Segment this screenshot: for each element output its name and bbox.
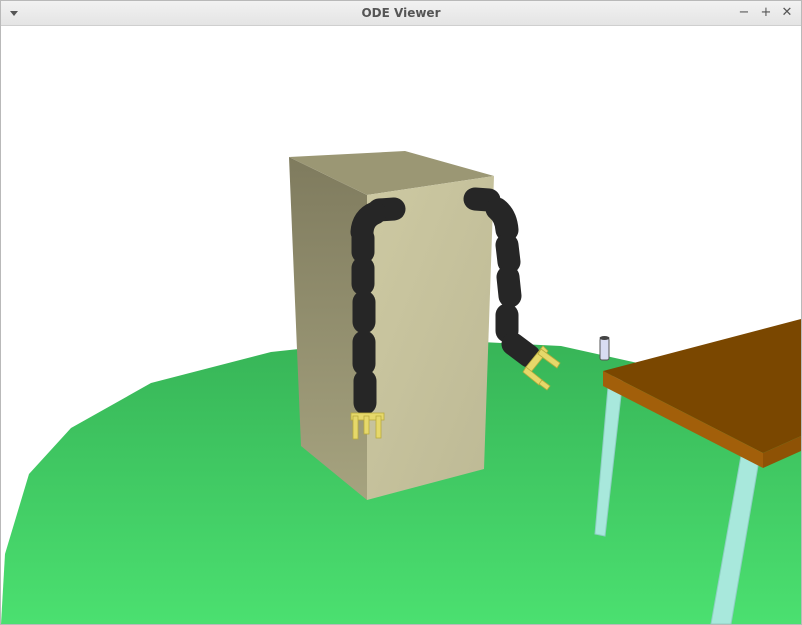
triangle-down-icon bbox=[10, 10, 18, 16]
window-title: ODE Viewer bbox=[361, 6, 441, 20]
title-bar[interactable]: ODE Viewer − + ✕ bbox=[1, 1, 801, 26]
window-menu-button[interactable] bbox=[7, 6, 21, 20]
small-cylinder-cap bbox=[599, 336, 610, 340]
small-cylinder bbox=[599, 337, 610, 361]
ode-viewer-window: ODE Viewer − + ✕ bbox=[0, 0, 802, 625]
minimize-button[interactable]: − bbox=[736, 5, 752, 21]
box-front bbox=[367, 176, 494, 500]
close-button[interactable]: ✕ bbox=[779, 5, 795, 21]
3d-viewport[interactable] bbox=[1, 26, 801, 624]
maximize-button[interactable]: + bbox=[758, 5, 774, 21]
scene-canvas[interactable] bbox=[1, 26, 801, 624]
